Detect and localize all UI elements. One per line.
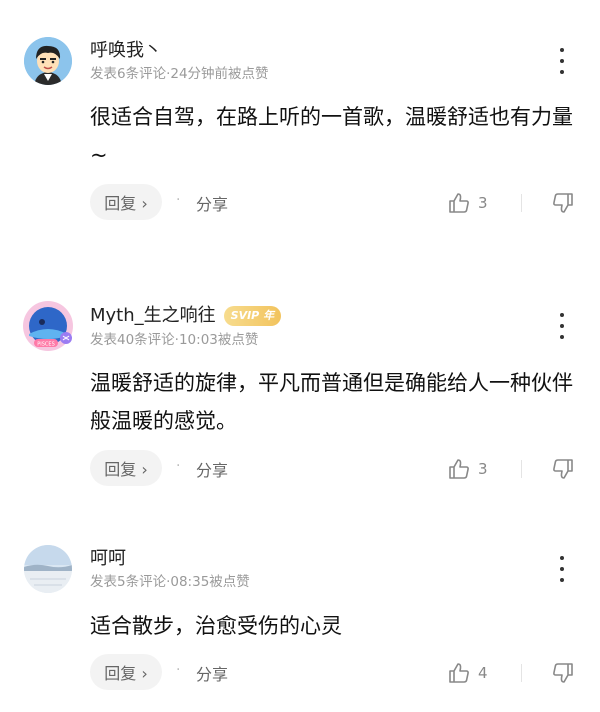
comment-text: 很适合自驾，在路上听的一首歌，温暖舒适也有力量~ <box>90 105 573 167</box>
thumbs-up-icon <box>449 663 469 683</box>
thumbs-up-icon <box>449 193 469 213</box>
user-avatar[interactable]: PISCES <box>23 301 73 351</box>
thumbs-down-icon <box>553 459 573 479</box>
thumbs-down-icon <box>553 193 573 213</box>
comment-meta: 发表40条评论·10:03被点赞 <box>90 332 259 348</box>
like-button[interactable]: 3 <box>448 192 488 214</box>
reply-button[interactable]: 回复 › <box>90 654 162 690</box>
like-button[interactable]: 3 <box>448 458 488 480</box>
more-options-icon[interactable] <box>556 556 568 582</box>
username-text: Myth_生之响往 <box>90 305 216 326</box>
avatar-caption: PISCES <box>37 342 55 348</box>
dislike-button[interactable] <box>552 458 574 484</box>
share-button[interactable]: 分享 <box>196 457 228 481</box>
more-options-icon[interactable] <box>556 313 568 339</box>
dislike-button[interactable] <box>552 662 574 688</box>
landscape-avatar-icon <box>24 545 72 593</box>
pisces-avatar-icon: PISCES <box>23 301 73 351</box>
dislike-button[interactable] <box>552 192 574 218</box>
divider <box>521 194 522 212</box>
cartoon-boy-avatar-icon <box>24 37 72 85</box>
more-options-icon[interactable] <box>556 48 568 74</box>
user-avatar[interactable] <box>24 37 72 85</box>
separator-dot: · <box>176 192 181 208</box>
reply-button[interactable]: 回复 › <box>90 184 162 220</box>
like-count: 3 <box>478 194 488 212</box>
comment-meta: 发表5条评论·08:35被点赞 <box>90 574 250 590</box>
like-button[interactable]: 4 <box>448 662 488 684</box>
separator-dot: · <box>176 458 181 474</box>
like-count: 4 <box>478 664 488 682</box>
share-button[interactable]: 分享 <box>196 661 228 685</box>
like-count: 3 <box>478 460 488 478</box>
share-button[interactable]: 分享 <box>196 191 228 215</box>
username[interactable]: Myth_生之响往 SVIP 年 <box>90 305 282 327</box>
thumbs-down-icon <box>553 663 573 683</box>
separator-dot: · <box>176 662 181 678</box>
comment-text: 适合散步，治愈受伤的心灵 <box>90 614 342 638</box>
username[interactable]: 呼唤我丶 <box>90 40 162 62</box>
reply-button[interactable]: 回复 › <box>90 450 162 486</box>
username[interactable]: 呵呵 <box>90 548 126 570</box>
thumbs-up-icon <box>449 459 469 479</box>
comment-meta: 发表6条评论·24分钟前被点赞 <box>90 66 269 82</box>
divider <box>521 664 522 682</box>
user-avatar[interactable] <box>24 545 72 593</box>
comment-text: 温暖舒适的旋律，平凡而普通但是确能给人一种伙伴般温暖的感觉。 <box>90 371 573 433</box>
divider <box>521 460 522 478</box>
svip-badge: SVIP 年 <box>223 306 282 326</box>
